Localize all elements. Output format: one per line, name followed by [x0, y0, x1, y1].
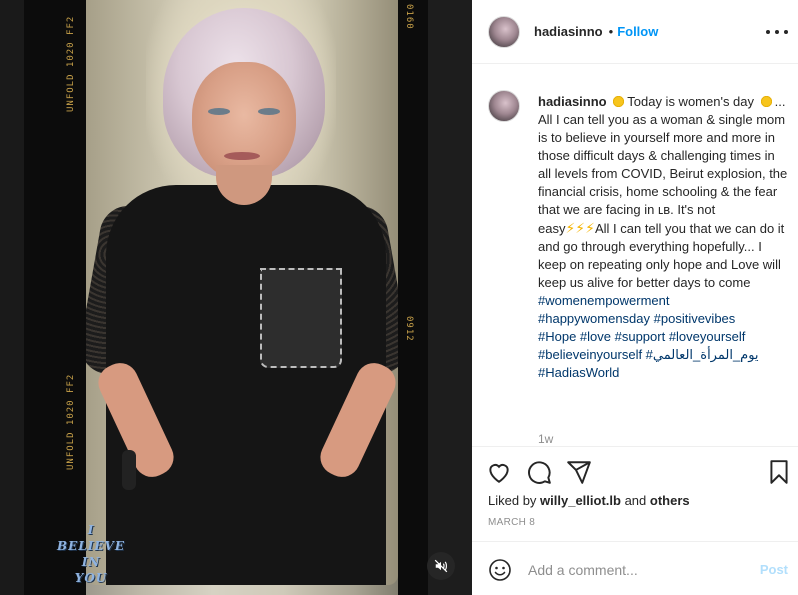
film-label: UNFOLD 1020 FF2	[66, 373, 76, 470]
face	[192, 62, 296, 180]
dress	[106, 185, 386, 585]
film-strip-left	[24, 0, 86, 595]
avatar[interactable]	[488, 90, 520, 122]
film-strip-right	[398, 0, 428, 595]
dress-pocket	[260, 268, 342, 368]
caption-segment: Today is women's day	[627, 94, 755, 109]
bookmark-icon[interactable]	[766, 459, 792, 485]
smiley-icon[interactable]	[488, 558, 512, 582]
post-date: MARCH 8	[488, 517, 536, 528]
eye	[258, 108, 280, 115]
hashtag-link[interactable]: #happywomensday #positivevibes	[538, 310, 788, 328]
eye	[208, 108, 230, 115]
separator-dot: •	[608, 24, 614, 39]
film-label: 0160	[404, 4, 414, 30]
likes-summary: Liked by willy_elliot.lb and others	[488, 493, 690, 508]
film-edge-left	[0, 0, 24, 595]
hashtag-link[interactable]: #Hope #love #support #loveyourself	[538, 328, 788, 346]
hashtag-link[interactable]: #HadiasWorld	[538, 364, 788, 382]
post-header: hadiasinno • Follow	[472, 0, 798, 64]
follow-button[interactable]: Follow	[617, 24, 658, 39]
likes-prefix: Liked by	[488, 493, 541, 508]
likes-and: and	[620, 493, 650, 508]
heart-icon[interactable]	[486, 459, 512, 485]
avatar[interactable]	[488, 15, 520, 48]
lips	[224, 152, 260, 160]
believe-in-you-overlay: I BELIEVE IN YOU	[46, 522, 136, 586]
liked-by-others-link[interactable]: others	[650, 493, 690, 508]
hashtag-link[interactable]: #believeinyourself #يوم_المرأة_العالمي	[538, 346, 788, 364]
lightning-emoji-icon: ⚡⚡⚡	[565, 220, 595, 236]
share-icon[interactable]	[566, 459, 592, 485]
caption-text: hadiasinno Today is women's day ... All …	[538, 93, 788, 382]
comment-bar: Post	[472, 541, 798, 595]
caption-segment: ... All I can tell you as a woman & sing…	[538, 94, 788, 236]
caption-username[interactable]: hadiasinno	[538, 94, 607, 109]
photo-frame	[86, 0, 398, 585]
overlay-word: IN	[81, 555, 101, 569]
liked-by-user-link[interactable]: willy_elliot.lb	[540, 493, 621, 508]
overlay-word: I	[87, 523, 95, 537]
more-options-icon	[766, 30, 770, 34]
hashtag-list: #womenempowerment #happywomensday #posit…	[538, 292, 788, 382]
film-label: UNFOLD 1020 FF2	[66, 15, 76, 112]
header-username[interactable]: hadiasinno	[534, 24, 603, 39]
comment-icon[interactable]	[526, 459, 552, 485]
action-bar	[472, 446, 798, 497]
post-comment-button[interactable]: Post	[760, 562, 788, 577]
mute-icon	[434, 559, 448, 573]
bracelet	[122, 450, 136, 490]
overlay-word: YOU	[74, 571, 108, 585]
film-label: 0912	[404, 316, 414, 342]
overlay-word: BELIEVE	[57, 539, 125, 553]
mute-button[interactable]	[427, 552, 455, 580]
more-options-button[interactable]	[766, 22, 788, 42]
post-media[interactable]: UNFOLD 1020 FF2 UNFOLD 1020 FF2 0160 091…	[0, 0, 472, 595]
sun-emoji-icon	[759, 95, 773, 108]
post-age[interactable]: 1w	[538, 432, 553, 446]
post-details-panel: hadiasinno • Follow hadiasinno Today is …	[472, 0, 798, 595]
hashtag-link[interactable]: #womenempowerment	[538, 292, 788, 310]
comment-input[interactable]	[528, 559, 738, 581]
film-edge-right	[428, 0, 472, 595]
sun-emoji-icon	[612, 95, 626, 108]
